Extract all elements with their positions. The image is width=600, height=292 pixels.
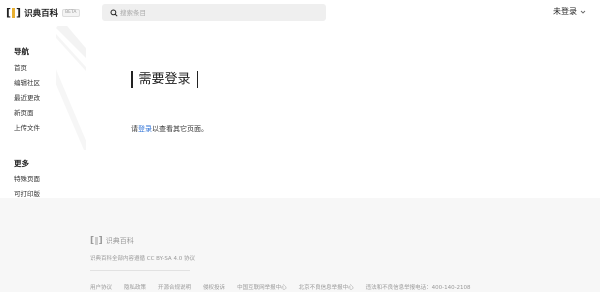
sidebar-item-new-pages[interactable]: 新页面	[14, 107, 34, 117]
login-link[interactable]: 登录	[138, 125, 152, 133]
logo-bracket-right: ]	[16, 6, 22, 19]
sidebar-item-printable[interactable]: 可打印版	[14, 188, 40, 198]
page-title-text: 需要登录	[138, 72, 191, 87]
footer-divider	[90, 270, 190, 271]
nav-section-title: 导航	[14, 47, 29, 56]
footer-logo: [ ] 识典百科	[90, 236, 134, 246]
sidebar-decoration	[56, 26, 86, 150]
footer-links: 用户协议 隐私政策 开源合规说明 侵权投诉 中国互联网举报中心 北京不良信息举报…	[90, 283, 483, 291]
sidebar-item-special-pages[interactable]: 特殊页面	[14, 173, 40, 183]
logo-text: 识典百科	[24, 9, 59, 19]
sidebar: 导航 首页 编辑社区 最近更改 新页面 上传文件 更多 特殊页面 可打印版	[0, 26, 86, 198]
chevron-down-icon	[580, 9, 586, 15]
footer-link-privacy[interactable]: 隐私政策	[124, 283, 146, 291]
sidebar-item-recent-changes[interactable]: 最近更改	[14, 92, 40, 102]
footer-logo-bracket-left: [	[90, 236, 95, 246]
footer-logo-bar	[95, 237, 98, 245]
search-input[interactable]	[120, 5, 310, 20]
logo-bracket-left: [	[6, 6, 12, 19]
search-icon	[109, 8, 118, 17]
beta-badge: BETA	[62, 9, 80, 17]
sidebar-item-edit-community[interactable]: 编辑社区	[14, 77, 40, 87]
title-bar-right	[196, 71, 199, 88]
footer-link-complaint[interactable]: 侵权投诉	[203, 283, 225, 291]
login-message: 请登录以查看其它页面。	[131, 124, 208, 134]
footer-link-beijing-report[interactable]: 北京不良信息举报中心	[299, 283, 354, 291]
search-box[interactable]	[102, 4, 326, 21]
footer: [ ] 识典百科 识典百科全部内容遵循 CC BY-SA 4.0 协议 用户协议…	[0, 198, 600, 292]
title-bar-left	[131, 71, 133, 88]
page-title: 需要登录	[131, 71, 199, 88]
footer-link-hotline[interactable]: 违法和不良信息举报电话：400-140-2108	[366, 283, 471, 291]
site-logo[interactable]: [ ] 识典百科 BETA	[6, 7, 80, 19]
message-prefix: 请	[131, 125, 138, 133]
footer-link-report-center[interactable]: 中国互联网举报中心	[237, 283, 287, 291]
message-suffix: 以查看其它页面。	[152, 125, 208, 133]
logo-accent-bar	[12, 8, 16, 18]
footer-logo-bracket-right: ]	[98, 236, 103, 246]
footer-logo-text: 识典百科	[105, 237, 134, 245]
footer-link-user-agreement[interactable]: 用户协议	[90, 283, 112, 291]
top-bar: [ ] 识典百科 BETA 未登录	[0, 0, 600, 26]
more-section-title: 更多	[14, 159, 29, 168]
footer-license: 识典百科全部内容遵循 CC BY-SA 4.0 协议	[90, 256, 195, 262]
login-menu[interactable]: 未登录	[553, 6, 586, 17]
sidebar-item-upload-file[interactable]: 上传文件	[14, 122, 40, 132]
login-label: 未登录	[553, 7, 577, 16]
sidebar-item-home[interactable]: 首页	[14, 62, 27, 72]
main-content: 导航 首页 编辑社区 最近更改 新页面 上传文件 更多 特殊页面 可打印版 需要…	[0, 26, 600, 198]
footer-link-open-source[interactable]: 开源合规说明	[158, 283, 191, 291]
